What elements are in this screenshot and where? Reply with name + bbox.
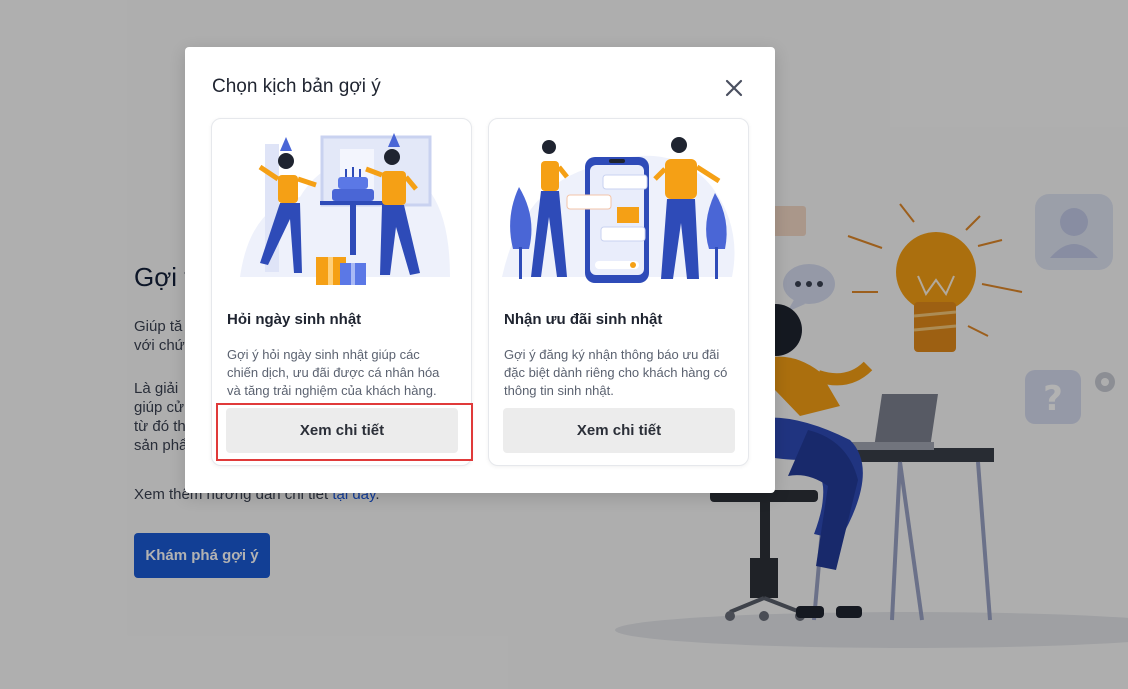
scenario-suggestion-modal: Chọn kịch bản gợi ý Hỏi ngày sinh nhật G…	[185, 47, 775, 493]
modal-title: Chọn kịch bản gợi ý	[212, 76, 381, 97]
view-details-button[interactable]: Xem chi tiết	[226, 408, 458, 453]
view-details-button[interactable]: Xem chi tiết	[503, 408, 735, 453]
card-description: Gợi ý hỏi ngày sinh nhật giúp các chiến …	[227, 346, 459, 400]
card-description-line: Gợi ý hỏi ngày sinh nhật giúp các	[227, 347, 420, 362]
scenario-card-birthday-offer: Nhận ưu đãi sinh nhật Gợi ý đăng ký nhận…	[488, 118, 749, 466]
card-description-line: Gợi ý đăng ký nhận thông báo ưu đãi	[504, 347, 720, 362]
scenario-card-birthday-question: Hỏi ngày sinh nhật Gợi ý hỏi ngày sinh n…	[211, 118, 472, 466]
card-description-line: và tăng trải nghiệm của khách hàng.	[227, 383, 437, 398]
birthday-party-illustration	[240, 133, 450, 285]
card-description-line: chiến dịch, ưu đãi được cá nhân hóa	[227, 365, 440, 380]
close-button[interactable]	[722, 76, 746, 100]
close-icon	[725, 79, 743, 97]
card-title: Hỏi ngày sinh nhật	[227, 311, 362, 328]
card-description: Gợi ý đăng ký nhận thông báo ưu đãi đặc …	[504, 346, 736, 400]
card-description-line: đặc biệt dành riêng cho khách hàng có	[504, 365, 728, 380]
birthday-offer-illustration	[502, 137, 735, 283]
card-title: Nhận ưu đãi sinh nhật	[504, 311, 663, 328]
card-description-line: thông tin sinh nhật.	[504, 383, 614, 398]
